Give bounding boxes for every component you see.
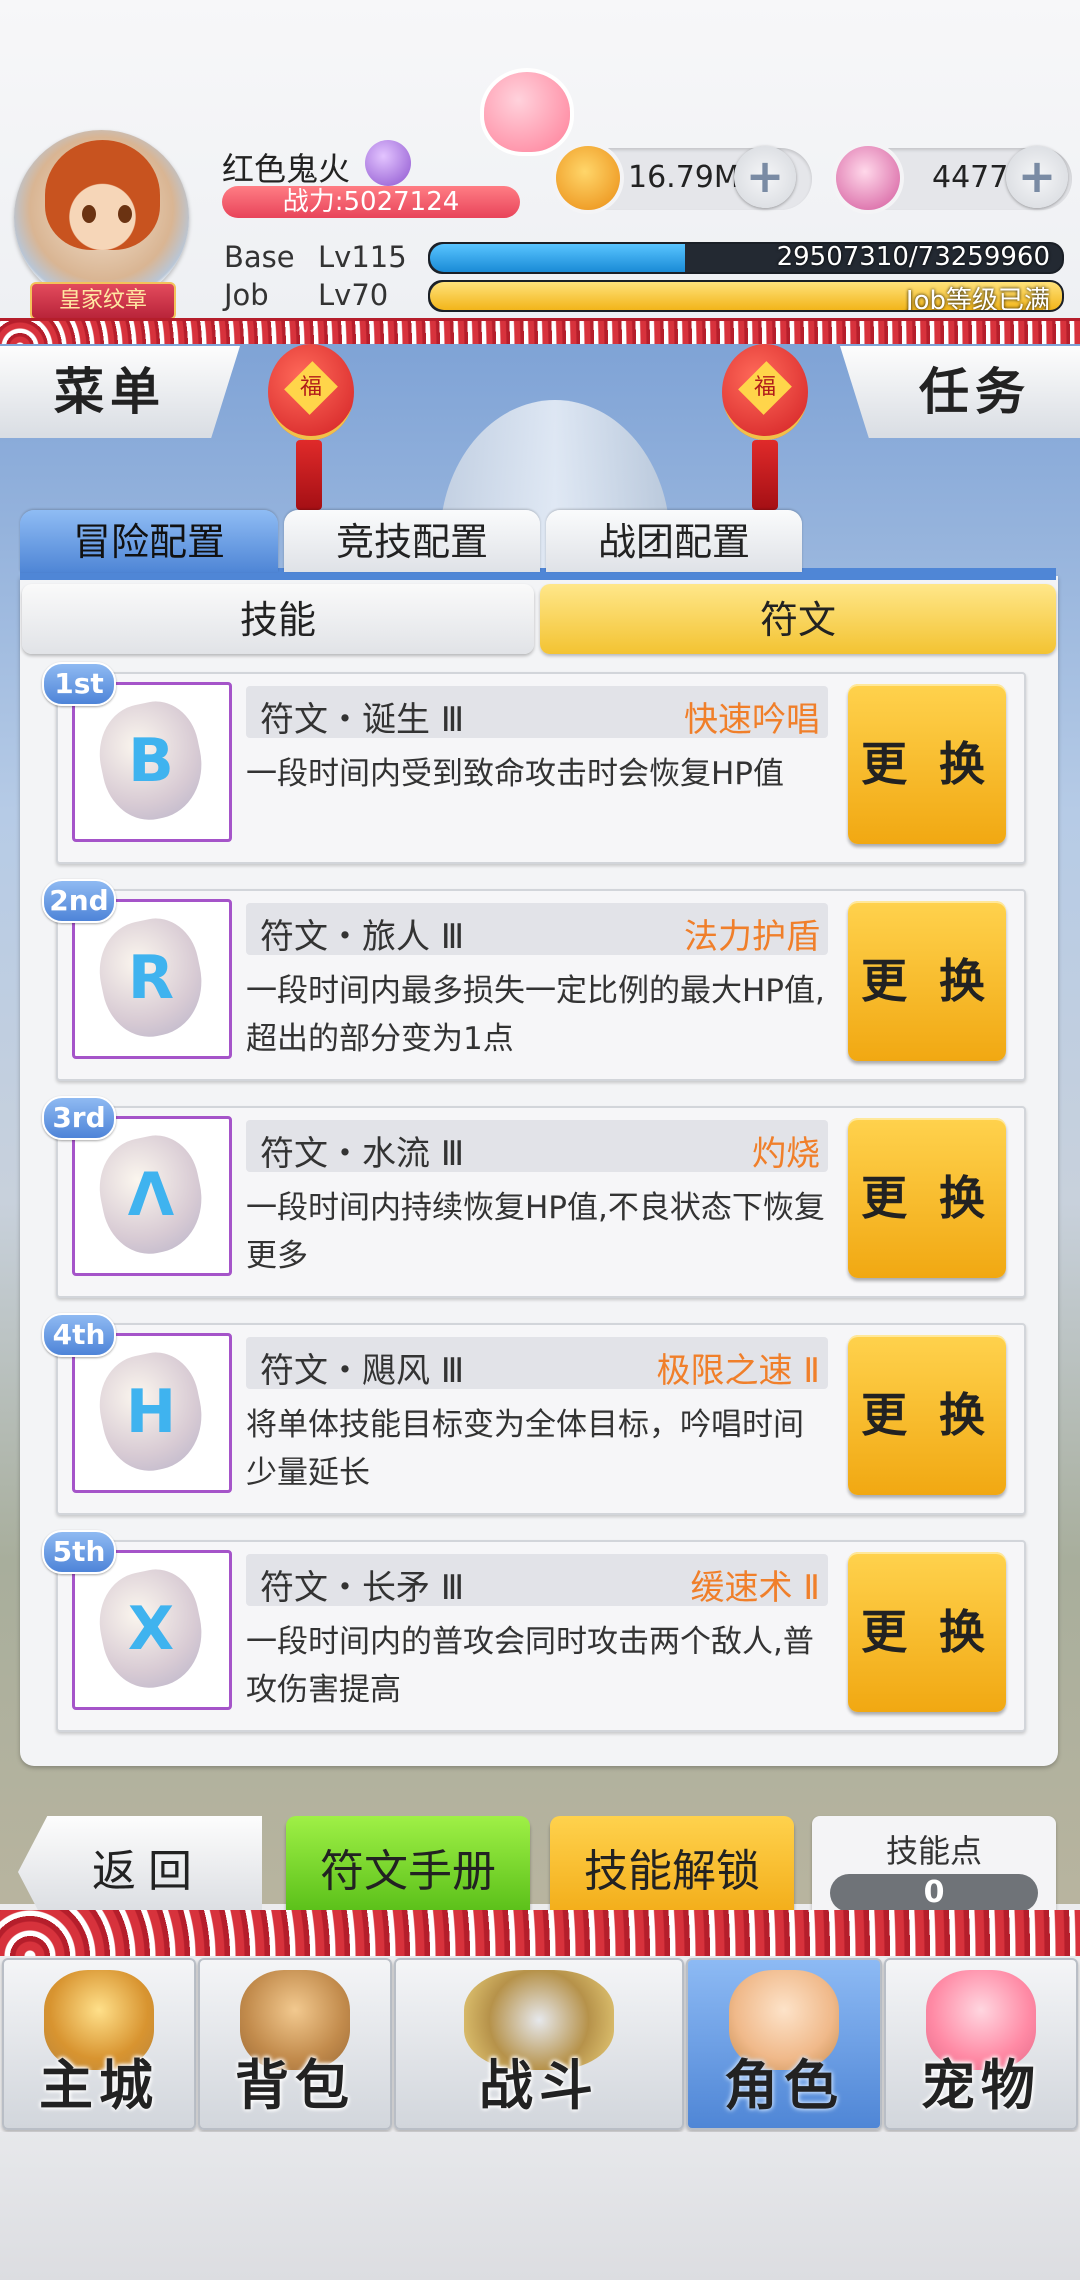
rune-slot-icon[interactable]: X <box>72 1550 232 1710</box>
rune-name: 符文・诞生 Ⅲ <box>260 700 465 740</box>
rank-badge: 4th <box>42 1313 116 1357</box>
tab-adventure-config[interactable]: 冒险配置 <box>20 510 278 572</box>
subtab-rune[interactable]: 符文 <box>540 584 1056 654</box>
nav-main-city[interactable]: 主城 <box>2 1958 196 2130</box>
lantern-tassel <box>296 440 322 510</box>
nav-backpack[interactable]: 背包 <box>198 1958 392 2130</box>
job-exp-text: Job等级已满 <box>905 286 1050 312</box>
rune-skill: 极限之速 Ⅱ <box>656 1351 820 1391</box>
change-rune-button[interactable]: 更 换 <box>848 684 1006 844</box>
avatar-eye <box>82 205 96 223</box>
nav-label: 角色 <box>724 2054 844 2117</box>
rune-header: 符文・飓风 Ⅲ 极限之速 Ⅱ <box>246 1337 828 1391</box>
rune-slot-icon[interactable]: Λ <box>72 1116 232 1276</box>
zeny-coin-icon <box>556 146 620 210</box>
nav-pet[interactable]: 宠物 <box>884 1958 1078 2130</box>
rank-badge: 3rd <box>42 1096 116 1140</box>
rune-stone-icon: R <box>127 943 175 1013</box>
festive-border <box>0 1910 1080 1956</box>
rune-description: 将单体技能目标变为全体目标，吟唱时间少量延长 <box>246 1407 804 1491</box>
rank-badge: 5th <box>42 1530 116 1574</box>
change-rune-button[interactable]: 更 换 <box>848 1118 1006 1278</box>
job-exp-bar: Job等级已满 <box>428 280 1064 312</box>
nav-label: 背包 <box>235 2054 355 2117</box>
poring-mascot-icon[interactable] <box>484 72 570 152</box>
subtab-skill[interactable]: 技能 <box>22 584 534 654</box>
rune-description: 一段时间内的普攻会同时攻击两个敌人,普攻伤害提高 <box>246 1624 814 1708</box>
rune-slot-icon[interactable]: R <box>72 899 232 1059</box>
festive-border <box>0 318 1080 347</box>
nav-label: 战斗 <box>479 2054 599 2117</box>
rune-skill: 灼烧 <box>752 1134 820 1174</box>
avatar-eye <box>118 205 132 223</box>
change-rune-button[interactable]: 更 换 <box>848 901 1006 1061</box>
gem-amount: 4477 <box>932 160 1009 195</box>
combat-power: 战力:5027124 <box>222 186 520 218</box>
bottom-empty-area <box>0 2132 1080 2280</box>
rune-name: 符文・水流 Ⅲ <box>260 1134 465 1174</box>
rune-stone-icon: B <box>128 726 174 796</box>
change-rune-button[interactable]: 更 换 <box>848 1552 1006 1712</box>
lantern-tassel <box>752 440 778 510</box>
tab-arena-config[interactable]: 竞技配置 <box>284 510 540 572</box>
rune-header: 符文・诞生 Ⅲ 快速吟唱 <box>246 686 828 740</box>
pink-gem-icon <box>836 146 900 210</box>
rank-badge: 2nd <box>42 879 116 923</box>
rune-name: 符文・旅人 Ⅲ <box>260 917 465 957</box>
rune-skill: 缓速术 Ⅱ <box>690 1568 820 1608</box>
rune-description: 一段时间内最多损失一定比例的最大HP值,超出的部分变为1点 <box>246 973 825 1057</box>
nav-label: 宠物 <box>921 2054 1041 2117</box>
rune-slot-icon[interactable]: H <box>72 1333 232 1493</box>
nav-battle[interactable]: 战斗 <box>394 1958 684 2130</box>
avatar-portrait <box>45 140 160 250</box>
zeny-amount: 16.79M <box>628 160 740 195</box>
menu-button[interactable]: 菜单 <box>0 346 240 438</box>
tab-guild-config[interactable]: 战团配置 <box>546 510 802 572</box>
add-gem-button[interactable]: + <box>1006 146 1068 208</box>
lantern-icon: 福 <box>722 344 808 440</box>
base-exp-fill <box>430 244 685 272</box>
job-level-value: Lv70 <box>318 278 389 312</box>
base-exp-text: 29507310/73259960 <box>776 242 1050 272</box>
rune-skill: 法力护盾 <box>684 917 820 957</box>
title-gem-icon[interactable] <box>365 140 411 186</box>
change-rune-button[interactable]: 更 换 <box>848 1335 1006 1495</box>
lantern-fu-text: 福 <box>299 374 323 400</box>
job-level-label: Job <box>224 278 269 312</box>
nav-character[interactable]: 角色 <box>686 1958 882 2130</box>
base-exp-bar: 29507310/73259960 <box>428 242 1064 274</box>
player-name: 红色鬼火 <box>222 150 351 188</box>
lantern-fu-text: 福 <box>753 374 777 400</box>
add-zeny-button[interactable]: + <box>734 146 796 208</box>
rune-stone-icon: X <box>127 1594 175 1664</box>
base-level-label: Base <box>224 240 295 274</box>
rune-header: 符文・长矛 Ⅲ 缓速术 Ⅱ <box>246 1554 828 1608</box>
rune-stone-icon: Λ <box>127 1160 175 1230</box>
rune-stone-icon: H <box>125 1377 177 1447</box>
rune-description: 一段时间内持续恢复HP值,不良状态下恢复更多 <box>246 1190 825 1274</box>
rune-name: 符文・飓风 Ⅲ <box>260 1351 465 1391</box>
rune-slot-icon[interactable]: B <box>72 682 232 842</box>
lantern-icon: 福 <box>268 344 354 440</box>
rune-name: 符文・长矛 Ⅲ <box>260 1568 465 1608</box>
rank-badge: 1st <box>42 662 116 706</box>
task-button[interactable]: 任务 <box>840 346 1080 438</box>
rune-description: 一段时间内受到致命攻击时会恢复HP值 <box>246 756 785 792</box>
base-level-value: Lv115 <box>318 240 407 274</box>
rune-skill: 快速吟唱 <box>684 700 820 740</box>
rune-header: 符文・水流 Ⅲ 灼烧 <box>246 1120 828 1174</box>
nav-label: 主城 <box>39 2054 159 2117</box>
royal-badge[interactable]: 皇家纹章 <box>30 282 176 320</box>
skill-points-label: 技能点 <box>885 1832 982 1870</box>
rune-header: 符文・旅人 Ⅲ 法力护盾 <box>246 903 828 957</box>
skill-points-value: 0 <box>830 1874 1038 1912</box>
